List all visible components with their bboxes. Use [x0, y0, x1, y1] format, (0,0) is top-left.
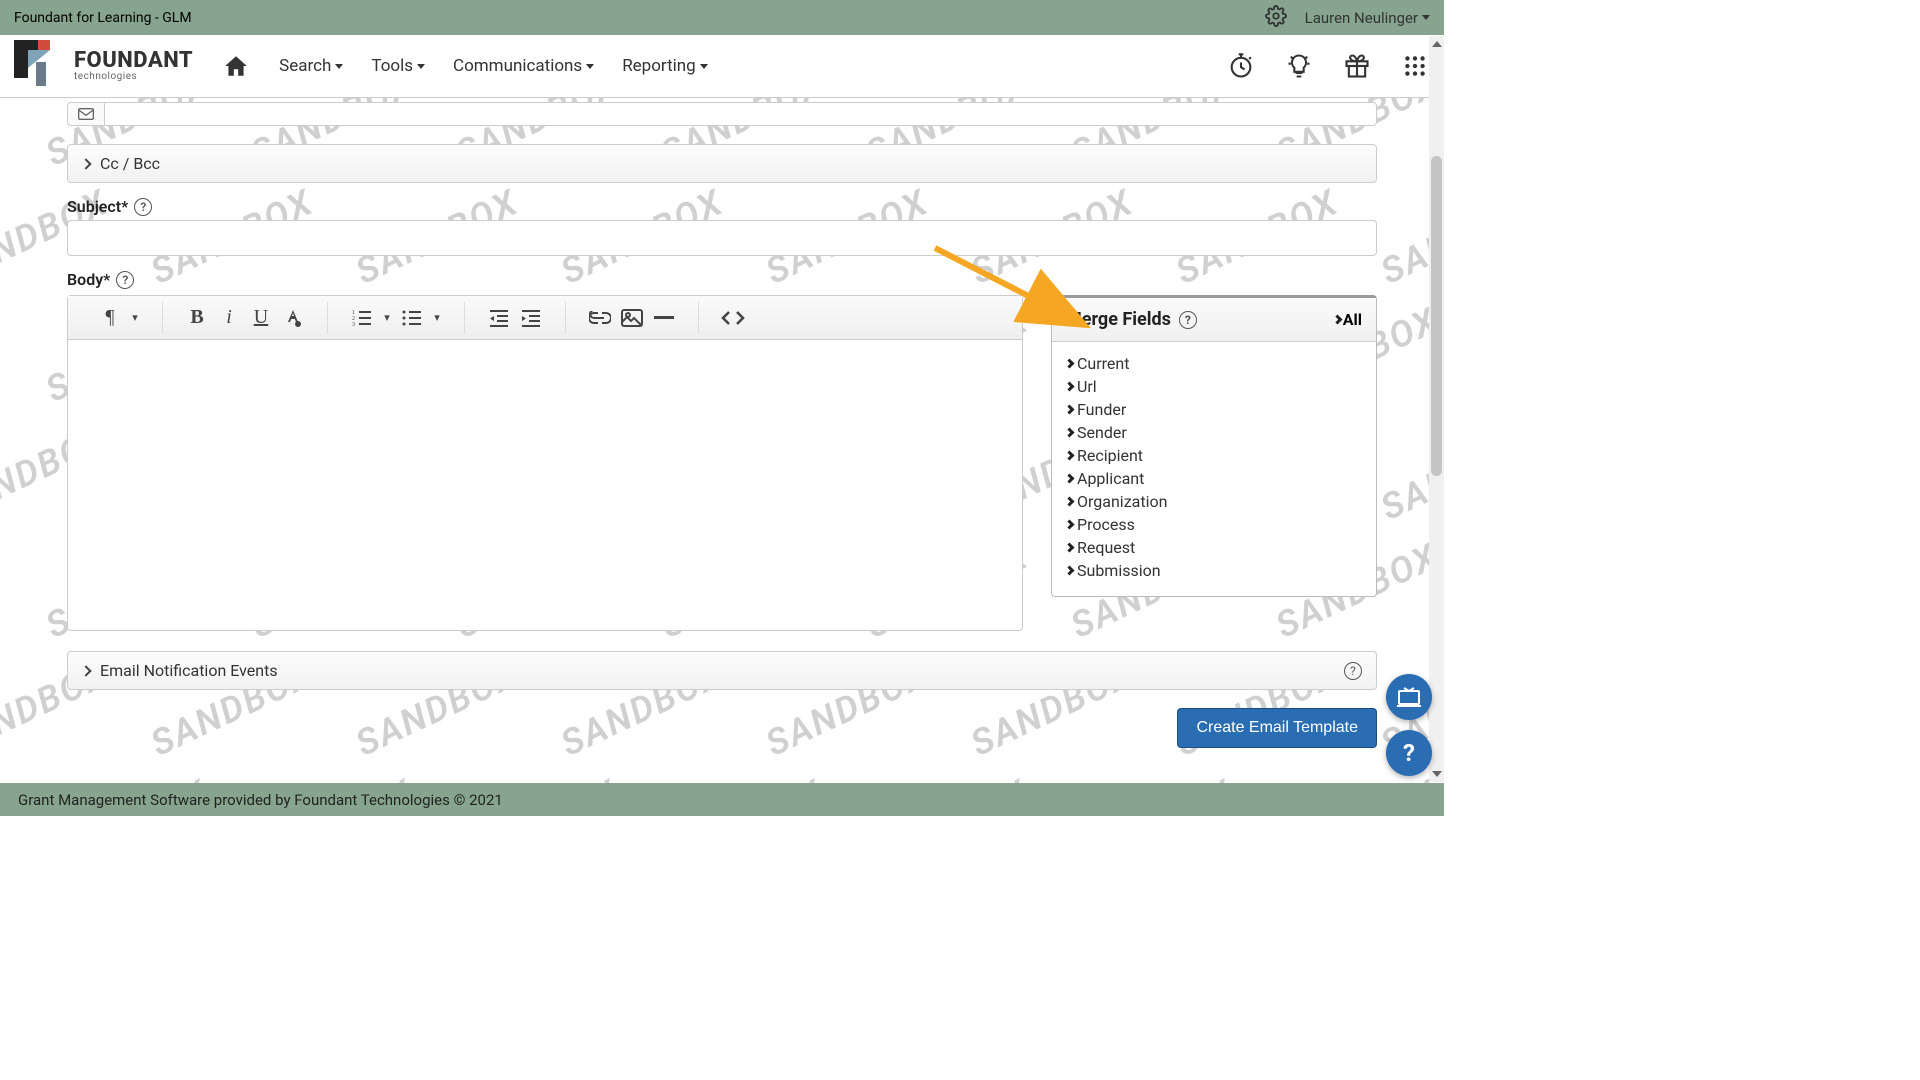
chevron-right-icon	[1065, 566, 1075, 576]
chevron-right-icon	[1065, 359, 1075, 369]
merge-item-submission[interactable]: Submission	[1066, 559, 1362, 582]
logo-text-main: FOUNDANT	[74, 50, 193, 72]
nav-tools[interactable]: Tools	[371, 56, 425, 76]
email-events-label: Email Notification Events	[100, 661, 278, 680]
stopwatch-icon[interactable]	[1226, 51, 1256, 81]
nav-reporting[interactable]: Reporting	[622, 56, 708, 76]
top-bar: Foundant for Learning - GLM Lauren Neuli…	[0, 0, 1444, 35]
editor-toolbar: ¶ ▾ B i U 123 ▾	[68, 296, 1022, 340]
merge-item-recipient[interactable]: Recipient	[1066, 444, 1362, 467]
rich-text-editor: ¶ ▾ B i U 123 ▾	[67, 295, 1023, 631]
caret-down-icon	[335, 64, 343, 69]
caret-down-icon[interactable]: ▾	[126, 302, 144, 334]
chevron-right-icon	[1065, 451, 1075, 461]
email-events-toggle[interactable]: Email Notification Events ?	[67, 651, 1377, 690]
help-icon[interactable]: ?	[134, 198, 152, 216]
chevron-right-icon	[80, 665, 91, 676]
caret-down-icon	[1422, 15, 1430, 20]
user-name: Lauren Neulinger	[1305, 9, 1418, 27]
to-input[interactable]	[105, 102, 1377, 126]
help-icon[interactable]: ?	[1179, 311, 1197, 329]
cc-bcc-label: Cc / Bcc	[100, 154, 160, 173]
chevron-right-icon	[1065, 428, 1075, 438]
chevron-right-icon	[1065, 474, 1075, 484]
caret-down-icon	[586, 64, 594, 69]
logo[interactable]: FOUNDANT technologies	[14, 40, 193, 92]
footer-text: Grant Management Software provided by Fo…	[18, 791, 503, 809]
merge-item-url[interactable]: Url	[1066, 375, 1362, 398]
subject-label: Subject* ?	[67, 197, 1377, 216]
help-button[interactable]: ?	[1386, 730, 1432, 776]
gift-icon[interactable]	[1342, 51, 1372, 81]
training-help-button[interactable]	[1386, 674, 1432, 720]
merge-expand-all[interactable]: All	[1334, 310, 1362, 329]
cc-bcc-toggle[interactable]: Cc / Bcc	[67, 144, 1377, 183]
text-color-button[interactable]	[277, 302, 309, 334]
merge-item-sender[interactable]: Sender	[1066, 421, 1362, 444]
app-title: Foundant for Learning - GLM	[14, 10, 192, 26]
chevron-right-icon	[1065, 382, 1075, 392]
merge-item-applicant[interactable]: Applicant	[1066, 467, 1362, 490]
body-label: Body* ?	[67, 270, 1377, 289]
svg-text:3: 3	[352, 322, 355, 327]
envelope-icon	[67, 102, 105, 126]
horizontal-rule-button[interactable]	[648, 302, 680, 334]
merge-item-current[interactable]: Current	[1066, 352, 1362, 375]
vertical-scrollbar[interactable]	[1429, 36, 1444, 782]
merge-item-organization[interactable]: Organization	[1066, 490, 1362, 513]
chevron-right-icon	[1065, 543, 1075, 553]
merge-fields-title: Merge Fields ?	[1066, 309, 1197, 330]
bold-button[interactable]: B	[181, 302, 213, 334]
scroll-up-button[interactable]	[1429, 36, 1444, 52]
lightbulb-icon[interactable]	[1284, 51, 1314, 81]
caret-down-icon	[700, 64, 708, 69]
caret-down-icon[interactable]: ▾	[378, 302, 396, 334]
logo-icon	[14, 40, 66, 92]
merge-item-process[interactable]: Process	[1066, 513, 1362, 536]
italic-button[interactable]: i	[213, 302, 245, 334]
chevron-right-icon	[1065, 497, 1075, 507]
chevron-right-icon	[80, 158, 91, 169]
help-icon[interactable]: ?	[1344, 662, 1362, 680]
to-field-row	[67, 102, 1377, 126]
editor-body[interactable]	[68, 340, 1022, 630]
image-button[interactable]	[616, 302, 648, 334]
nav-communications[interactable]: Communications	[453, 56, 594, 76]
home-icon[interactable]	[221, 51, 251, 81]
chevron-right-icon	[1065, 520, 1075, 530]
outdent-button[interactable]	[483, 302, 515, 334]
underline-button[interactable]: U	[245, 302, 277, 334]
link-button[interactable]	[584, 302, 616, 334]
code-view-button[interactable]	[717, 302, 749, 334]
caret-down-icon	[417, 64, 425, 69]
logo-text-sub: technologies	[74, 72, 193, 82]
merge-item-request[interactable]: Request	[1066, 536, 1362, 559]
create-email-template-button[interactable]: Create Email Template	[1177, 708, 1377, 748]
scroll-down-button[interactable]	[1429, 766, 1444, 782]
gear-icon[interactable]	[1265, 5, 1287, 31]
apps-grid-icon[interactable]	[1400, 51, 1430, 81]
chevron-right-icon	[1332, 315, 1342, 325]
nav-search[interactable]: Search	[279, 56, 343, 76]
nav-bar: FOUNDANT technologies Search Tools Commu…	[0, 35, 1444, 98]
footer-bar: Grant Management Software provided by Fo…	[0, 783, 1444, 816]
subject-input[interactable]	[67, 220, 1377, 256]
chevron-right-icon	[1065, 405, 1075, 415]
scrollbar-thumb[interactable]	[1431, 156, 1442, 476]
paragraph-format-button[interactable]: ¶	[94, 302, 126, 334]
ordered-list-button[interactable]: 123	[346, 302, 378, 334]
unordered-list-button[interactable]	[396, 302, 428, 334]
caret-down-icon[interactable]: ▾	[428, 302, 446, 334]
merge-item-funder[interactable]: Funder	[1066, 398, 1362, 421]
help-icon[interactable]: ?	[116, 271, 134, 289]
merge-fields-panel: Merge Fields ? All CurrentUrlFunderSende…	[1051, 295, 1377, 597]
indent-button[interactable]	[515, 302, 547, 334]
user-menu[interactable]: Lauren Neulinger	[1305, 9, 1430, 27]
